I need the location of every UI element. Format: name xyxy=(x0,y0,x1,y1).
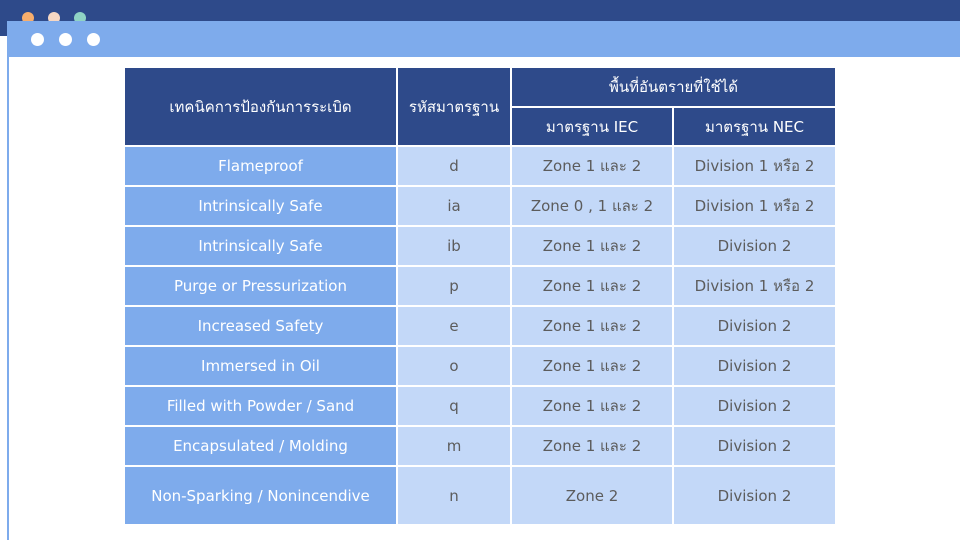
code-cell: n xyxy=(396,465,512,526)
nec-cell: Division 2 xyxy=(672,305,837,347)
nec-cell: Division 2 xyxy=(672,385,837,427)
technique-cell: Intrinsically Safe xyxy=(123,225,398,267)
header-technique: เทคนิคการป้องกันการระเบิด xyxy=(123,66,398,147)
nec-cell: Division 1 หรือ 2 xyxy=(672,265,837,307)
technique-cell: Non-Sparking / Nonincendive xyxy=(123,465,398,526)
code-cell: d xyxy=(396,145,512,187)
table-row: Filled with Powder / Sand q Zone 1 และ 2 Di… xyxy=(123,385,837,427)
table-row: Flameproof d Zone 1 และ 2 Division 1 หรือ 2 xyxy=(123,145,837,187)
nec-cell: Division 2 xyxy=(672,425,837,467)
code-cell: p xyxy=(396,265,512,307)
technique-cell: Filled with Powder / Sand xyxy=(123,385,398,427)
nec-cell: Division 2 xyxy=(672,465,837,526)
iec-cell: Zone 0 , 1 และ 2 xyxy=(510,185,674,227)
window-titlebar xyxy=(9,21,960,57)
nec-cell: Division 2 xyxy=(672,225,837,267)
code-cell: ib xyxy=(396,225,512,267)
iec-cell: Zone 2 xyxy=(510,465,674,526)
technique-cell: Flameproof xyxy=(123,145,398,187)
code-cell: m xyxy=(396,425,512,467)
header-hazard-area: พื้นที่อันตรายที่ใช้ได้ xyxy=(510,66,837,108)
table-row: Intrinsically Safe ib Zone 1 และ 2 Division… xyxy=(123,225,837,267)
table-row: Encapsulated / Molding m Zone 1 และ 2 Divis… xyxy=(123,425,837,467)
header-code: รหัสมาตรฐาน xyxy=(396,66,512,147)
protection-techniques-table: เทคนิคการป้องกันการระเบิด รหัสมาตรฐาน พื… xyxy=(123,66,837,526)
table-row: Purge or Pressurization p Zone 1 และ 2 Divi… xyxy=(123,265,837,307)
table-row: Non-Sparking / Nonincendive n Zone 2 Divisi… xyxy=(123,465,837,526)
nec-cell: Division 1 หรือ 2 xyxy=(672,145,837,187)
technique-cell: Purge or Pressurization xyxy=(123,265,398,307)
header-iec: มาตรฐาน IEC xyxy=(510,106,674,147)
code-cell: o xyxy=(396,345,512,387)
table-body: Flameproof d Zone 1 และ 2 Division 1 หรือ 2… xyxy=(123,145,837,526)
nec-cell: Division 2 xyxy=(672,345,837,387)
iec-cell: Zone 1 และ 2 xyxy=(510,225,674,267)
nec-cell: Division 1 หรือ 2 xyxy=(672,185,837,227)
header-row: เทคนิคการป้องกันการระเบิด รหัสมาตรฐาน พื… xyxy=(123,66,837,147)
window-dot-icon[interactable] xyxy=(87,33,100,46)
technique-cell: Immersed in Oil xyxy=(123,345,398,387)
window-dot-icon[interactable] xyxy=(31,33,44,46)
technique-cell: Intrinsically Safe xyxy=(123,185,398,227)
iec-cell: Zone 1 และ 2 xyxy=(510,425,674,467)
iec-cell: Zone 1 และ 2 xyxy=(510,305,674,347)
table-row: Increased Safety e Zone 1 และ 2 Division 2 xyxy=(123,305,837,347)
iec-cell: Zone 1 และ 2 xyxy=(510,345,674,387)
iec-cell: Zone 1 และ 2 xyxy=(510,145,674,187)
technique-cell: Encapsulated / Molding xyxy=(123,425,398,467)
table-row: Intrinsically Safe ia Zone 0 , 1 และ 2 Divi… xyxy=(123,185,837,227)
header-nec: มาตรฐาน NEC xyxy=(672,106,837,147)
iec-cell: Zone 1 และ 2 xyxy=(510,385,674,427)
code-cell: q xyxy=(396,385,512,427)
technique-cell: Increased Safety xyxy=(123,305,398,347)
code-cell: e xyxy=(396,305,512,347)
table-row: Immersed in Oil o Zone 1 และ 2 Division 2 xyxy=(123,345,837,387)
table-header: เทคนิคการป้องกันการระเบิด รหัสมาตรฐาน พื… xyxy=(123,66,837,147)
iec-cell: Zone 1 และ 2 xyxy=(510,265,674,307)
code-cell: ia xyxy=(396,185,512,227)
window-controls xyxy=(31,33,100,46)
window-dot-icon[interactable] xyxy=(59,33,72,46)
